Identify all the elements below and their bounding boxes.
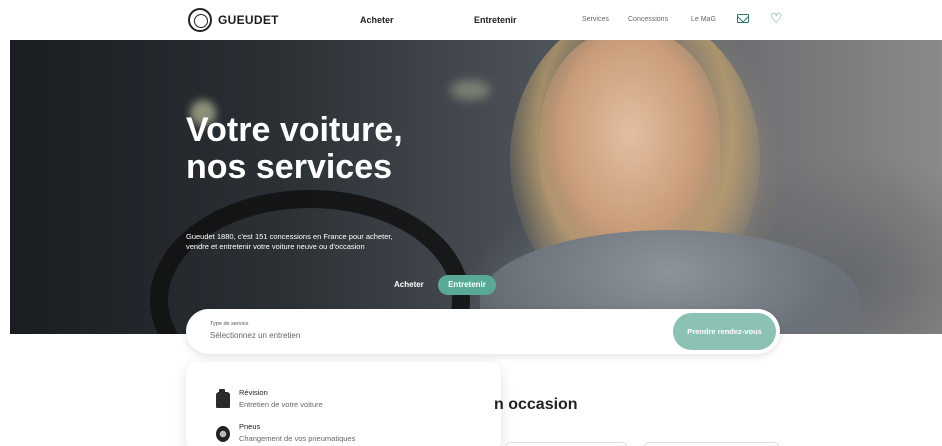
hero-entretenir-button[interactable]: Entretenir	[438, 275, 496, 295]
nav-concessions[interactable]: Concessions	[628, 16, 668, 23]
book-appointment-button[interactable]: Prendre rendez-vous	[673, 313, 776, 350]
nav-acheter[interactable]: Acheter	[360, 15, 394, 25]
logo-text: GUEUDET	[218, 13, 279, 27]
logo-icon	[188, 8, 212, 32]
card-outline	[505, 442, 627, 446]
tire-icon	[216, 426, 230, 442]
hero-description: Gueudet 1880, c'est 151 concessions en F…	[186, 232, 393, 251]
service-dropdown: Révision Entretien de votre voiture Pneu…	[186, 362, 501, 446]
hero-acheter-button[interactable]: Acheter	[388, 275, 430, 295]
nav-le-mag[interactable]: Le MaG	[691, 16, 716, 23]
oil-can-icon	[216, 389, 230, 408]
hero-title: Votre voiture, nos services	[186, 111, 403, 186]
service-search-bar: Type de service Sélectionnez un entretie…	[186, 309, 780, 354]
service-type-label: Type de service	[210, 321, 249, 327]
hero-photo-face	[540, 40, 720, 260]
site-header: GUEUDET Acheter Entretenir Services Conc…	[0, 0, 942, 40]
heart-icon[interactable]: ♡	[770, 11, 784, 25]
mail-icon[interactable]	[737, 14, 749, 23]
service-type-select[interactable]: Sélectionnez un entretien	[210, 331, 300, 340]
dropdown-item-subtitle: Changement de vos pneumatiques	[239, 434, 356, 443]
nav-entretenir[interactable]: Entretenir	[474, 15, 517, 25]
hero-light	[450, 80, 490, 100]
section-heading: n occasion	[494, 396, 578, 413]
dropdown-item-title: Pneus	[239, 422, 261, 431]
nav-services[interactable]: Services	[582, 16, 609, 23]
logo[interactable]: GUEUDET	[188, 8, 279, 32]
dropdown-item-title: Révision	[239, 388, 268, 397]
dropdown-item-subtitle: Entretien de votre voiture	[239, 400, 323, 409]
card-outline	[644, 442, 779, 446]
